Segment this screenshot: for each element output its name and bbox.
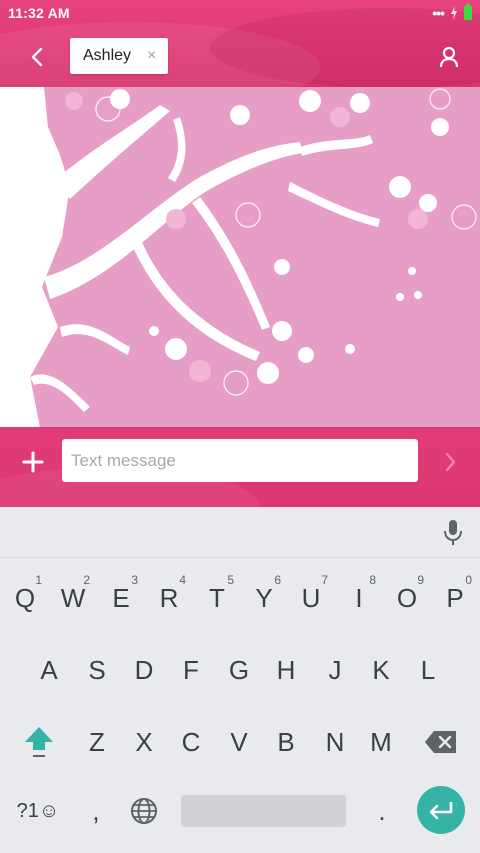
enter-button[interactable] <box>417 786 465 834</box>
key-a[interactable]: A <box>26 641 72 699</box>
status-bar: 11:32 AM ••• <box>0 0 480 28</box>
voice-input-button[interactable] <box>440 518 466 548</box>
enter-arrow-icon <box>429 802 453 820</box>
key-f[interactable]: F <box>168 641 214 699</box>
key-c[interactable]: C <box>168 713 214 771</box>
shift-key[interactable] <box>14 713 64 771</box>
attach-button[interactable] <box>18 447 48 477</box>
backspace-icon <box>425 731 456 753</box>
recipient-chip[interactable]: Ashley × <box>70 38 169 74</box>
send-button[interactable] <box>436 447 464 477</box>
key-l[interactable]: L <box>405 641 451 699</box>
contact-profile-button[interactable] <box>434 42 464 72</box>
key-n[interactable]: N <box>312 713 358 771</box>
key-q[interactable]: Q1 <box>2 569 48 627</box>
key-x[interactable]: X <box>121 713 167 771</box>
key-z[interactable]: Z <box>74 713 120 771</box>
app-bar: Ashley × <box>0 28 480 87</box>
symbols-key[interactable]: ?1☺ <box>10 787 66 835</box>
back-button[interactable] <box>22 42 52 72</box>
key-p[interactable]: P0 <box>432 569 478 627</box>
cherry-blossom-artwork <box>0 87 480 427</box>
key-comma[interactable]: , <box>78 787 114 835</box>
chevron-left-icon <box>31 47 43 67</box>
key-g[interactable]: G <box>216 641 262 699</box>
key-d[interactable]: D <box>121 641 167 699</box>
key-o[interactable]: O9 <box>384 569 430 627</box>
space-bar[interactable] <box>181 795 346 827</box>
key-u[interactable]: U7 <box>288 569 334 627</box>
globe-icon <box>131 798 157 824</box>
key-i[interactable]: I8 <box>336 569 382 627</box>
status-time: 11:32 AM <box>8 5 70 21</box>
key-w[interactable]: W2 <box>50 569 96 627</box>
key-v[interactable]: V <box>216 713 262 771</box>
key-m[interactable]: M <box>358 713 404 771</box>
charging-icon <box>451 6 457 20</box>
chevron-right-icon <box>445 452 456 472</box>
microphone-icon <box>444 520 462 545</box>
message-composer <box>0 427 480 507</box>
key-s[interactable]: S <box>74 641 120 699</box>
status-icons: ••• <box>432 4 472 21</box>
key-e[interactable]: E3 <box>98 569 144 627</box>
chat-wallpaper <box>0 87 480 427</box>
key-r[interactable]: R4 <box>146 569 192 627</box>
keyboard: Q1 W2 E3 R4 T5 Y6 U7 I8 O9 P0 A S D F G … <box>0 507 480 853</box>
plus-icon <box>22 451 44 473</box>
text-message-input[interactable] <box>62 439 418 482</box>
recipient-name: Ashley <box>83 47 132 64</box>
key-h[interactable]: H <box>263 641 309 699</box>
suggestion-strip <box>0 507 480 558</box>
language-key[interactable] <box>124 787 164 835</box>
more-notifications-icon: ••• <box>432 5 445 21</box>
key-t[interactable]: T5 <box>194 569 240 627</box>
key-j[interactable]: J <box>312 641 358 699</box>
close-icon[interactable]: × <box>147 47 156 65</box>
key-y[interactable]: Y6 <box>241 569 287 627</box>
backspace-key[interactable] <box>418 713 464 771</box>
key-k[interactable]: K <box>358 641 404 699</box>
person-icon <box>439 46 459 68</box>
shift-arrow-icon <box>25 727 53 757</box>
key-period[interactable]: . <box>364 787 400 835</box>
key-b[interactable]: B <box>263 713 309 771</box>
battery-icon <box>464 4 472 20</box>
